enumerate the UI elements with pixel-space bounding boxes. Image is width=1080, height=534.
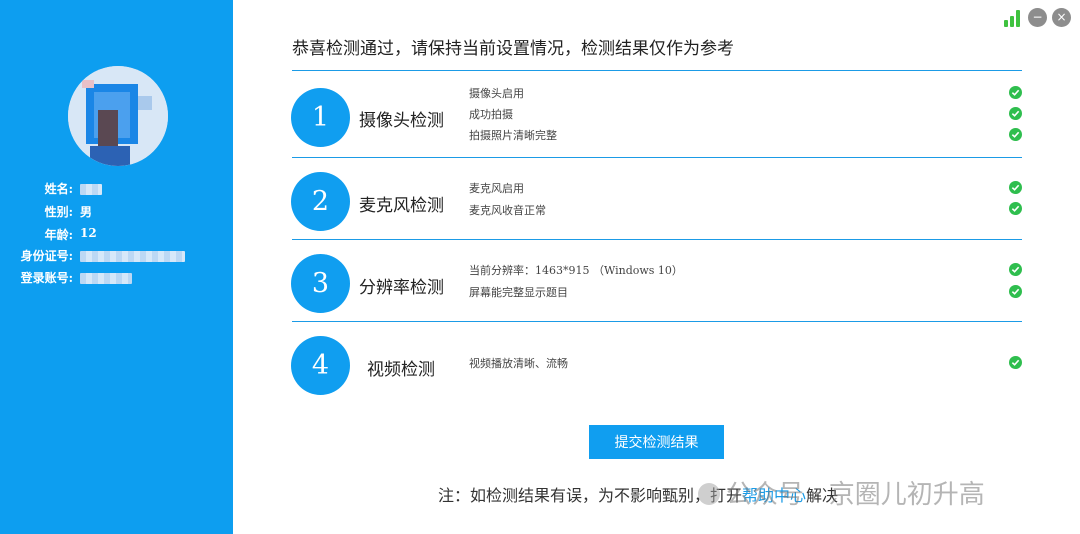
minimize-button[interactable]: − bbox=[1028, 8, 1047, 27]
section-1-title: 摄像头检测 bbox=[359, 111, 444, 131]
section-3-item: 当前分辨率：1463*915 （Windows 10） bbox=[469, 264, 683, 277]
avatar bbox=[68, 66, 168, 166]
wechat-icon bbox=[698, 483, 720, 505]
note-prefix: 注：如检测结果有误，为不影响甄别，打开 bbox=[438, 486, 743, 505]
section-4-number: 4 bbox=[291, 336, 350, 395]
profile-id-row: 身份证号: bbox=[0, 247, 233, 267]
check-icon bbox=[1009, 181, 1022, 194]
id-label: 身份证号: bbox=[20, 249, 73, 263]
gender-label: 性别: bbox=[44, 205, 73, 219]
watermark: 公众号 · 京圈儿初升高 bbox=[698, 474, 985, 511]
section-2-title: 麦克风检测 bbox=[359, 196, 444, 216]
id-value-redacted bbox=[80, 251, 185, 262]
watermark-text: 公众号 · 京圈儿初升高 bbox=[726, 480, 985, 510]
check-icon bbox=[1009, 202, 1022, 215]
section-4-item: 视频播放清晰、流畅 bbox=[469, 357, 568, 370]
section-1-number: 1 bbox=[291, 88, 350, 147]
section-1-item: 摄像头启用 bbox=[469, 87, 524, 100]
check-icon bbox=[1009, 285, 1022, 298]
check-icon bbox=[1009, 128, 1022, 141]
divider bbox=[292, 157, 1022, 158]
section-2-item: 麦克风收音正常 bbox=[469, 204, 546, 217]
check-icon bbox=[1009, 263, 1022, 276]
divider bbox=[292, 321, 1022, 322]
profile-account-row: 登录账号: bbox=[0, 269, 233, 289]
profile-age-row: 年龄: 12 bbox=[0, 226, 233, 246]
account-label: 登录账号: bbox=[20, 271, 73, 285]
section-3-title: 分辨率检测 bbox=[359, 278, 444, 298]
section-2-item: 麦克风启用 bbox=[469, 182, 524, 195]
check-icon bbox=[1009, 107, 1022, 120]
signal-icon bbox=[1004, 10, 1024, 27]
section-2-number: 2 bbox=[291, 172, 350, 231]
divider bbox=[292, 239, 1022, 240]
name-value-redacted bbox=[80, 184, 102, 195]
section-4-title: 视频检测 bbox=[367, 360, 435, 380]
section-1-item: 拍摄照片清晰完整 bbox=[469, 129, 557, 142]
section-1-item: 成功拍摄 bbox=[469, 108, 513, 121]
age-value: 12 bbox=[80, 226, 97, 240]
profile-name-row: 姓名: bbox=[0, 180, 233, 200]
divider bbox=[292, 70, 1022, 71]
gender-value: 男 bbox=[80, 205, 93, 219]
section-3-number: 3 bbox=[291, 254, 350, 313]
page-title: 恭喜检测通过，请保持当前设置情况，检测结果仅作为参考 bbox=[292, 39, 734, 59]
window-controls: − × bbox=[1004, 8, 1071, 28]
name-label: 姓名: bbox=[44, 182, 73, 196]
submit-button[interactable]: 提交检测结果 bbox=[589, 425, 724, 459]
age-label: 年龄: bbox=[44, 228, 73, 242]
sidebar: 姓名: 性别: 男 年龄: 12 身份证号: 登录账号: bbox=[0, 0, 233, 534]
profile-gender-row: 性别: 男 bbox=[0, 203, 233, 223]
account-value-redacted bbox=[80, 273, 132, 284]
section-3-item: 屏幕能完整显示题目 bbox=[469, 286, 568, 299]
check-icon bbox=[1009, 86, 1022, 99]
check-icon bbox=[1009, 356, 1022, 369]
close-button[interactable]: × bbox=[1052, 8, 1071, 27]
